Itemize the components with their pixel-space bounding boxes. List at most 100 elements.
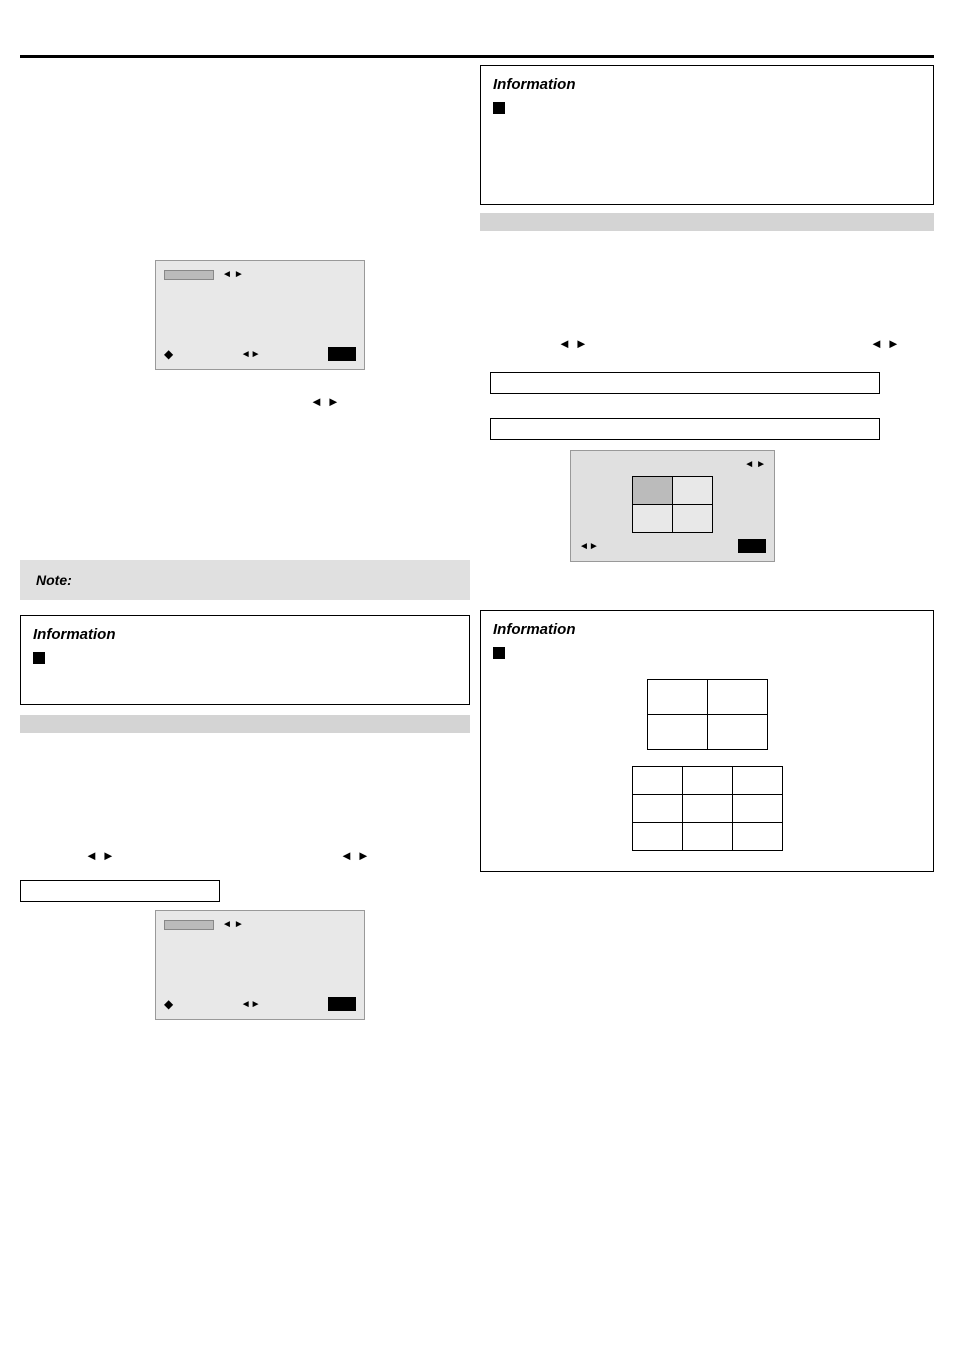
right-arrow-icon[interactable]: ► [357, 848, 370, 863]
info-box-mid-left: Information [20, 615, 470, 705]
info-box-mid-left-bullet [33, 649, 457, 664]
left-arrow-icon[interactable]: ◄► [579, 541, 599, 552]
panel-bottom-top-row: ◄ ► [164, 919, 356, 930]
grid-cell [707, 680, 767, 715]
grid-3x3-container [493, 766, 921, 851]
info-box-right-lower-title: Information [493, 621, 921, 638]
grid-cell [632, 823, 682, 851]
diamond-icon: ◆ [164, 997, 173, 1011]
panel-right-footer-arrows[interactable]: ◄► [579, 541, 599, 552]
left-arrow-icon[interactable]: ◄ [85, 848, 98, 863]
right-arrow-icon[interactable]: ► [575, 336, 588, 351]
text-line-2 [480, 263, 483, 277]
info-box-top-right-title: Information [493, 76, 921, 93]
grid-cell [633, 477, 673, 505]
right-arrow-icon[interactable]: ► [234, 919, 244, 930]
panel-slider-1[interactable] [164, 270, 214, 280]
arrows-right-upper-2[interactable]: ◄ ► [870, 336, 900, 351]
grid-cell [682, 823, 732, 851]
left-arrow-icon[interactable]: ◄ [558, 336, 571, 351]
panel-right-top-row: ◄ ► [579, 459, 766, 470]
panel-bottom-footer: ◆ ◄► [164, 997, 356, 1011]
panel-grid-table [632, 476, 713, 533]
panel-left-1-top-row: ◄ ► [164, 269, 356, 280]
top-rule [20, 55, 934, 58]
panel-left-1-arrows[interactable]: ◄ ► [222, 269, 244, 280]
panel-right-black-square [738, 539, 766, 553]
grid-3x3 [632, 766, 783, 851]
grid-cell [673, 477, 713, 505]
grid-cell [682, 795, 732, 823]
panel-right-arrows-top[interactable]: ◄ ► [744, 459, 766, 470]
text-block-right-upper [480, 240, 934, 300]
panel-left-1-footer-arrows[interactable]: ◄► [241, 349, 261, 360]
bullet-icon [33, 652, 45, 664]
grid-cell [682, 767, 732, 795]
text-block-left-middle [20, 420, 470, 480]
grid-cell [632, 795, 682, 823]
text-line [20, 748, 23, 762]
grid-cell [647, 680, 707, 715]
text-line-1 [480, 243, 483, 257]
left-arrow-icon[interactable]: ◄ [870, 336, 883, 351]
right-arrow-icon[interactable]: ► [756, 459, 766, 470]
arrows-left-lower-2[interactable]: ◄ ► [340, 848, 370, 863]
ui-panel-bottom-left: ◄ ► ◆ ◄► [155, 910, 365, 1020]
input-box-right-2[interactable] [490, 418, 880, 440]
grid-cell [732, 795, 782, 823]
gray-bar-2 [20, 715, 470, 733]
left-arrow-icon[interactable]: ◄ [222, 269, 232, 280]
left-arrow-icon[interactable]: ◄ [340, 848, 353, 863]
right-arrow-icon[interactable]: ► [887, 336, 900, 351]
bullet-icon [493, 102, 505, 114]
note-title: Note: [36, 572, 454, 588]
input-box-right-1[interactable] [490, 372, 880, 394]
grid-cell [707, 715, 767, 750]
panel-bottom-body [164, 936, 356, 991]
text-line-3 [480, 283, 483, 297]
grid-cell [647, 715, 707, 750]
grid-cell [732, 767, 782, 795]
grid-cell [732, 823, 782, 851]
left-arrow-icon[interactable]: ◄ [310, 394, 323, 409]
arrows-right-upper-1[interactable]: ◄ ► [558, 336, 588, 351]
footer-arrows-icon[interactable]: ◄► [241, 999, 261, 1010]
panel-right-grid [579, 476, 766, 533]
text-line [20, 788, 23, 802]
text-line [20, 423, 23, 437]
grid-cell [673, 505, 713, 533]
text-line [20, 768, 23, 782]
info-box-right-lower: Information [480, 610, 934, 872]
text-line [20, 443, 23, 457]
grid-2x2 [647, 679, 768, 750]
page: Information ◄ ► ◄ ► ◄ ► [0, 0, 954, 1351]
bullet-icon [493, 647, 505, 659]
panel-left-1-black-square [328, 347, 356, 361]
info-box-right-lower-bullet [493, 644, 921, 659]
note-box: Note: [20, 560, 470, 600]
left-arrow-icon[interactable]: ◄ [222, 919, 232, 930]
info-box-top-right-bullet [493, 99, 921, 114]
grid-cell [633, 505, 673, 533]
input-box-bottom-left[interactable] [20, 880, 220, 902]
right-arrow-icon[interactable]: ► [327, 394, 340, 409]
ui-panel-left-1: ◄ ► ◆ ◄► [155, 260, 365, 370]
panel-bottom-black-square [328, 997, 356, 1011]
left-arrow-icon[interactable]: ◄ [744, 459, 754, 470]
right-arrow-icon[interactable]: ► [102, 848, 115, 863]
right-arrow-icon[interactable]: ► [234, 269, 244, 280]
info-box-top-right: Information [480, 65, 934, 205]
text-line [20, 808, 23, 822]
ui-panel-right-mid: ◄ ► ◄► [570, 450, 775, 562]
arrows-left-lower-1[interactable]: ◄ ► [85, 848, 115, 863]
panel-left-1-body [164, 286, 356, 341]
text-line [20, 463, 23, 477]
footer-arrows-icon[interactable]: ◄► [241, 349, 261, 360]
panel-bottom-footer-arrows[interactable]: ◄► [241, 999, 261, 1010]
panel-bottom-arrows[interactable]: ◄ ► [222, 919, 244, 930]
grid-2x2-container [493, 679, 921, 750]
panel-right-footer: ◄► [579, 539, 766, 553]
text-block-left-lower [20, 745, 470, 825]
panel-slider-bottom[interactable] [164, 920, 214, 930]
arrows-left-standalone-1[interactable]: ◄ ► [310, 394, 340, 409]
